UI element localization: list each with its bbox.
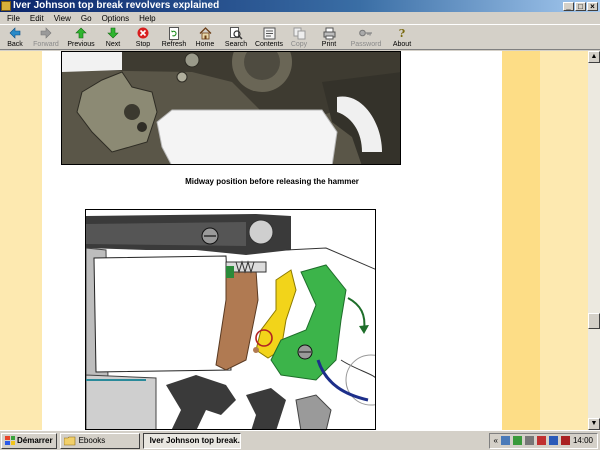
maximize-button[interactable]: □: [575, 1, 586, 11]
up-arrow-icon: [74, 26, 88, 40]
previous-button[interactable]: Previous: [64, 25, 98, 50]
scroll-up-button[interactable]: ▲: [588, 51, 600, 63]
folder-icon: [63, 436, 75, 445]
start-label: Démarrer: [17, 436, 53, 445]
refresh-button[interactable]: Refresh: [158, 25, 190, 50]
back-button[interactable]: Back: [2, 25, 28, 50]
menu-bar: File Edit View Go Options Help: [0, 12, 600, 24]
toolbar: Back Forward Previous Next Stop Refresh: [0, 24, 600, 50]
stop-icon: [136, 26, 150, 40]
clock[interactable]: 14:00: [573, 436, 593, 445]
next-button[interactable]: Next: [98, 25, 128, 50]
minimize-button[interactable]: _: [563, 1, 574, 11]
down-arrow-icon: [106, 26, 120, 40]
tray-app-icon[interactable]: [536, 436, 546, 445]
search-button[interactable]: Search: [220, 25, 252, 50]
forward-button[interactable]: Forward: [28, 25, 64, 50]
refresh-icon: [167, 26, 181, 40]
search-icon: [229, 26, 243, 40]
close-button[interactable]: ×: [587, 1, 598, 11]
mechanism-diagram: [85, 209, 376, 430]
taskbar: Démarrer Ebooks Iver Johnson top break..…: [0, 430, 600, 450]
task-iver-johnson[interactable]: Iver Johnson top break...: [142, 432, 241, 449]
volume-icon[interactable]: [524, 436, 534, 445]
display-icon[interactable]: [548, 436, 558, 445]
system-tray: « 14:00: [488, 432, 598, 449]
menu-options[interactable]: Options: [97, 14, 135, 23]
app-icon: [1, 1, 11, 11]
network-icon[interactable]: [500, 436, 510, 445]
scroll-thumb[interactable]: [588, 313, 600, 329]
key-icon: [359, 26, 373, 40]
stop-button[interactable]: Stop: [128, 25, 158, 50]
task-label: Iver Johnson top break...: [149, 436, 241, 445]
right-accent-band: [502, 51, 540, 430]
tray-expand-button[interactable]: «: [494, 436, 498, 445]
menu-view[interactable]: View: [49, 14, 76, 23]
home-icon: [198, 26, 212, 40]
copy-button[interactable]: Copy: [286, 25, 312, 50]
window-controls: _ □ ×: [563, 1, 598, 11]
contents-icon: [262, 26, 276, 40]
task-ebooks[interactable]: Ebooks: [59, 432, 140, 449]
about-button[interactable]: ? About: [386, 25, 418, 50]
menu-file[interactable]: File: [2, 14, 25, 23]
title-bar: Iver Johnson top break revolvers explain…: [0, 0, 600, 12]
start-button[interactable]: Démarrer: [1, 432, 57, 449]
contents-button[interactable]: Contents: [252, 25, 286, 50]
menu-go[interactable]: Go: [76, 14, 97, 23]
windows-logo-icon: [5, 436, 15, 445]
left-margin: [0, 51, 42, 430]
tray-extra-icon[interactable]: [560, 436, 570, 445]
forward-arrow-icon: [39, 26, 53, 40]
back-arrow-icon: [8, 26, 22, 40]
figure-caption: Midway position before releasing the ham…: [185, 177, 359, 186]
menu-help[interactable]: Help: [134, 14, 160, 23]
svg-text:?: ?: [399, 27, 405, 40]
task-label: Ebooks: [78, 436, 106, 445]
window-title: Iver Johnson top break revolvers explain…: [13, 0, 220, 11]
content-area: Midway position before releasing the ham…: [0, 51, 588, 430]
print-button[interactable]: Print: [312, 25, 346, 50]
right-margin: [540, 51, 588, 430]
print-icon: [322, 26, 336, 40]
menu-edit[interactable]: Edit: [25, 14, 49, 23]
copy-icon: [292, 26, 306, 40]
home-button[interactable]: Home: [190, 25, 220, 50]
security-icon[interactable]: [512, 436, 522, 445]
about-icon: ?: [395, 26, 409, 40]
vertical-scrollbar[interactable]: ▲ ▼: [588, 51, 600, 430]
password-button[interactable]: Password: [346, 25, 386, 50]
revolver-mechanism-photo: [61, 51, 401, 165]
scroll-down-button[interactable]: ▼: [588, 418, 600, 430]
